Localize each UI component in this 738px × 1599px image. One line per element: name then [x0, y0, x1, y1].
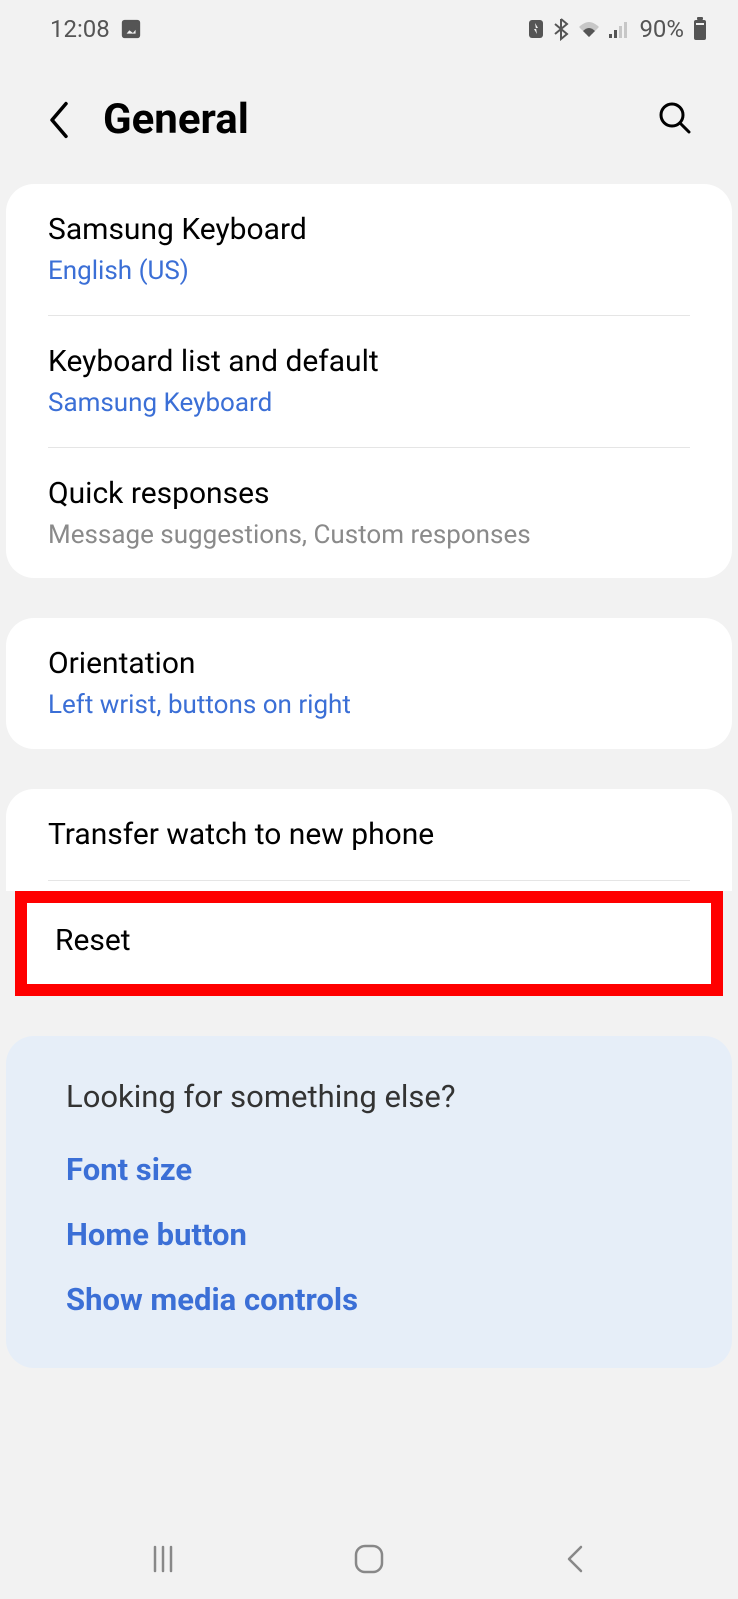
item-subtitle: Message suggestions, Custom responses — [48, 519, 690, 553]
item-title: Orientation — [48, 644, 690, 683]
wifi-icon — [577, 19, 601, 39]
battery-percent: 90% — [639, 15, 684, 43]
back-button[interactable] — [45, 99, 73, 141]
status-bar: 12:08 — [0, 0, 738, 55]
bluetooth-icon — [553, 17, 569, 41]
item-title: Transfer watch to new phone — [48, 815, 690, 854]
management-section: Transfer watch to new phone — [6, 789, 732, 891]
show-media-controls-link[interactable]: Show media controls — [66, 1281, 672, 1318]
item-subtitle: English (US) — [48, 255, 690, 289]
item-subtitle: Samsung Keyboard — [48, 387, 690, 421]
reset-item-highlighted[interactable]: Reset — [15, 891, 723, 996]
status-right: 90% — [527, 15, 708, 43]
signal-icon — [609, 20, 631, 38]
search-button[interactable] — [657, 100, 693, 140]
recents-button[interactable] — [133, 1529, 193, 1589]
suggestions-section: Looking for something else? Font size Ho… — [6, 1036, 732, 1368]
picture-icon — [120, 18, 142, 40]
samsung-keyboard-item[interactable]: Samsung Keyboard English (US) — [6, 184, 732, 315]
page-title: General — [103, 95, 627, 144]
battery-saver-icon — [527, 18, 545, 40]
item-subtitle: Left wrist, buttons on right — [48, 689, 690, 723]
suggestions-title: Looking for something else? — [66, 1078, 672, 1115]
page-header: General — [0, 55, 738, 184]
status-left: 12:08 — [50, 15, 142, 43]
divider — [48, 880, 690, 881]
font-size-link[interactable]: Font size — [66, 1151, 672, 1188]
keyboard-section: Samsung Keyboard English (US) Keyboard l… — [6, 184, 732, 578]
quick-responses-item[interactable]: Quick responses Message suggestions, Cus… — [6, 448, 732, 579]
navigation-bar — [0, 1519, 738, 1599]
back-nav-button[interactable] — [545, 1529, 605, 1589]
orientation-section: Orientation Left wrist, buttons on right — [6, 618, 732, 749]
item-title: Keyboard list and default — [48, 342, 690, 381]
item-title: Reset — [55, 921, 683, 960]
battery-icon — [692, 17, 708, 41]
keyboard-list-item[interactable]: Keyboard list and default Samsung Keyboa… — [6, 316, 732, 447]
home-button[interactable] — [339, 1529, 399, 1589]
orientation-item[interactable]: Orientation Left wrist, buttons on right — [6, 618, 732, 749]
home-button-link[interactable]: Home button — [66, 1216, 672, 1253]
item-title: Samsung Keyboard — [48, 210, 690, 249]
transfer-watch-item[interactable]: Transfer watch to new phone — [6, 789, 732, 880]
item-title: Quick responses — [48, 474, 690, 513]
status-time: 12:08 — [50, 15, 110, 43]
